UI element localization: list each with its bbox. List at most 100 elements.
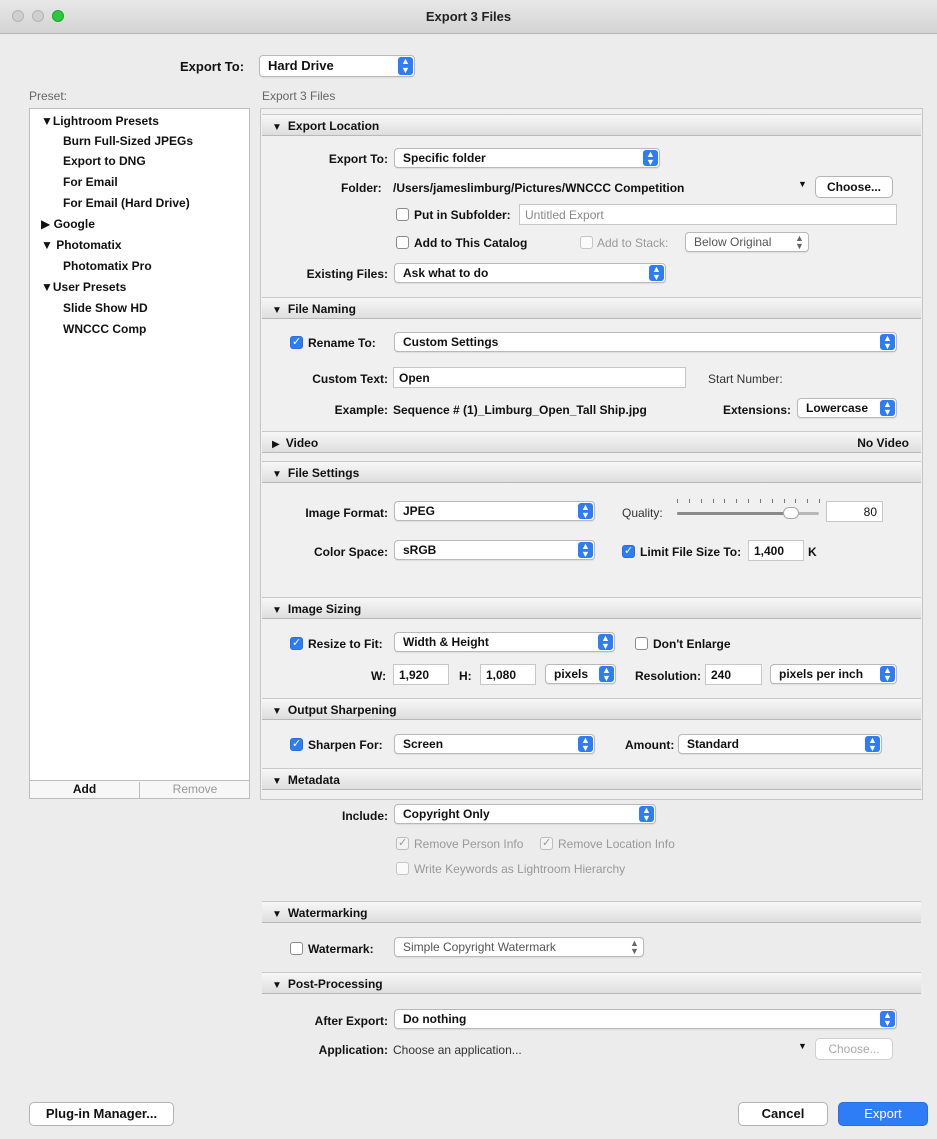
sharpen-checkbox[interactable] <box>290 737 303 751</box>
image-format-label: Image Format: <box>305 506 388 520</box>
image-format-popup[interactable]: JPEG ▲ ▼ <box>394 501 595 521</box>
add-preset-button[interactable]: Add <box>30 782 140 798</box>
amount-popup[interactable]: Standard ▲ ▼ <box>678 734 882 754</box>
popup-arrows-icon: ▲ ▼ <box>649 265 664 282</box>
disclosure-down-icon: ▼ <box>272 605 282 616</box>
resolution-input[interactable]: 240 <box>705 664 762 685</box>
slider-tick <box>701 499 702 503</box>
resize-mode-popup[interactable]: Width & Height ▲ ▼ <box>394 632 615 652</box>
section-image-sizing[interactable]: ▼ Image Sizing <box>262 597 921 619</box>
export-location-popup[interactable]: Specific folder ▲ ▼ <box>394 148 660 168</box>
disclosure-right-icon: ▶ <box>272 439 280 450</box>
slider-tick <box>772 499 773 503</box>
popup-value: pixels per inch <box>779 667 864 681</box>
rename-template-popup[interactable]: Custom Settings ▲ ▼ <box>394 332 897 352</box>
after-export-label: After Export: <box>314 1014 388 1028</box>
section-file-naming[interactable]: ▼ File Naming <box>262 297 921 319</box>
stack-label: Add to Stack: <box>597 236 669 250</box>
include-popup[interactable]: Copyright Only ▲ ▼ <box>394 804 656 824</box>
slider-tick <box>689 499 690 503</box>
resolution-unit-popup[interactable]: pixels per inch ▲ ▼ <box>770 664 897 684</box>
popup-arrows-icon: ▲ ▼ <box>795 233 804 251</box>
rename-checkbox[interactable] <box>290 335 303 349</box>
sharpen-label: Sharpen For: <box>308 738 383 752</box>
color-space-popup[interactable]: sRGB ▲ ▼ <box>394 540 595 560</box>
remove-person-checkbox[interactable] <box>396 836 409 850</box>
preset-item[interactable]: Photomatix Pro <box>63 259 152 273</box>
plugin-manager-button[interactable]: Plug-in Manager... <box>29 1102 174 1126</box>
section-output-sharpening[interactable]: ▼ Output Sharpening <box>262 698 921 720</box>
watermark-popup[interactable]: Simple Copyright Watermark ▲ ▼ <box>394 937 644 957</box>
folder-path: /Users/jameslimburg/Pictures/WNCCC Compe… <box>393 181 685 195</box>
dont-enlarge-label: Don't Enlarge <box>653 637 731 651</box>
recent-applications-icon[interactable]: ▼ <box>798 1041 807 1051</box>
popup-value: Copyright Only <box>403 807 490 821</box>
subfolder-input[interactable]: Untitled Export <box>519 204 897 225</box>
preset-folder-lightroom[interactable]: ▼Lightroom Presets <box>41 114 159 128</box>
popup-arrows-icon: ▲ ▼ <box>639 806 654 823</box>
popup-value: Standard <box>687 737 740 751</box>
custom-text-label: Custom Text: <box>312 372 388 386</box>
preset-item[interactable]: Slide Show HD <box>63 301 148 315</box>
preset-item[interactable]: WNCCC Comp <box>63 322 146 336</box>
sharpen-for-popup[interactable]: Screen ▲ ▼ <box>394 734 595 754</box>
preset-item[interactable]: Export to DNG <box>63 154 146 168</box>
export-to-popup[interactable]: Hard Drive ▲ ▼ <box>259 55 415 77</box>
popup-arrows-icon: ▲ ▼ <box>880 334 895 351</box>
application-label: Application: <box>318 1043 388 1057</box>
existing-files-popup[interactable]: Ask what to do ▲ ▼ <box>394 263 666 283</box>
disclosure-down-icon: ▼ <box>272 776 282 787</box>
section-export-location[interactable]: ▼ Export Location <box>262 114 921 136</box>
subfolder-checkbox[interactable] <box>396 208 409 221</box>
keywords-hierarchy-label: Write Keywords as Lightroom Hierarchy <box>414 862 626 876</box>
export-button[interactable]: Export <box>838 1102 928 1126</box>
keywords-hierarchy-checkbox[interactable] <box>396 862 409 875</box>
popup-value: Simple Copyright Watermark <box>403 940 556 954</box>
popup-value: Screen <box>403 737 444 751</box>
section-watermarking[interactable]: ▼ Watermarking <box>262 901 921 923</box>
quality-label: Quality: <box>622 506 663 520</box>
remove-location-checkbox[interactable] <box>540 836 553 850</box>
preset-item[interactable]: For Email (Hard Drive) <box>63 196 190 210</box>
disclosure-down-icon: ▼ <box>272 980 282 991</box>
watermark-checkbox[interactable] <box>290 942 303 955</box>
extensions-popup[interactable]: Lowercase ▲ ▼ <box>797 398 897 418</box>
preset-folder-google[interactable]: ▶ Google <box>41 217 95 231</box>
main-header: Export 3 Files <box>262 89 336 103</box>
disclosure-down-icon: ▼ <box>272 706 282 717</box>
preset-list[interactable]: ▼Lightroom Presets Burn Full-Sized JPEGs… <box>29 108 250 782</box>
add-to-catalog-checkbox[interactable] <box>396 236 409 249</box>
section-file-settings[interactable]: ▼ File Settings <box>262 461 921 483</box>
section-post-processing[interactable]: ▼ Post-Processing <box>262 972 921 994</box>
recent-folders-icon[interactable]: ▼ <box>798 179 807 189</box>
after-export-popup[interactable]: Do nothing ▲ ▼ <box>394 1009 897 1029</box>
preset-folder-photomatix[interactable]: ▼ Photomatix <box>41 238 122 252</box>
section-title: Image Sizing <box>287 602 362 616</box>
export-to-label: Export To: <box>180 59 245 74</box>
preset-item[interactable]: Burn Full-Sized JPEGs <box>63 134 193 148</box>
custom-text-input[interactable]: Open <box>393 367 686 388</box>
quality-input[interactable]: 80 <box>826 501 883 522</box>
include-label: Include: <box>341 809 388 823</box>
cancel-button[interactable]: Cancel <box>738 1102 828 1126</box>
quality-slider[interactable] <box>677 495 820 521</box>
resize-checkbox[interactable] <box>290 636 303 650</box>
height-input[interactable]: 1,080 <box>480 664 536 685</box>
choose-folder-button[interactable]: Choose... <box>815 176 893 198</box>
export-to-value: Hard Drive <box>268 58 334 73</box>
preset-folder-user[interactable]: ▼User Presets <box>41 280 126 294</box>
preset-item[interactable]: For Email <box>63 175 118 189</box>
limit-file-size-input[interactable]: 1,400 <box>748 540 804 561</box>
section-video[interactable]: ▶ Video No Video <box>262 431 921 453</box>
remove-preset-button[interactable]: Remove <box>141 782 249 798</box>
section-metadata[interactable]: ▼ Metadata <box>262 768 921 790</box>
slider-knob[interactable] <box>783 507 799 519</box>
limit-file-size-checkbox[interactable] <box>622 544 635 558</box>
size-unit-popup[interactable]: pixels ▲ ▼ <box>545 664 616 684</box>
width-input[interactable]: 1,920 <box>393 664 449 685</box>
limit-file-size-label: Limit File Size To: <box>640 545 742 559</box>
add-to-stack-checkbox[interactable] <box>580 236 593 249</box>
dont-enlarge-checkbox[interactable] <box>635 637 648 650</box>
stack-position-popup[interactable]: Below Original ▲ ▼ <box>685 232 809 252</box>
choose-application-button[interactable]: Choose... <box>815 1038 893 1060</box>
